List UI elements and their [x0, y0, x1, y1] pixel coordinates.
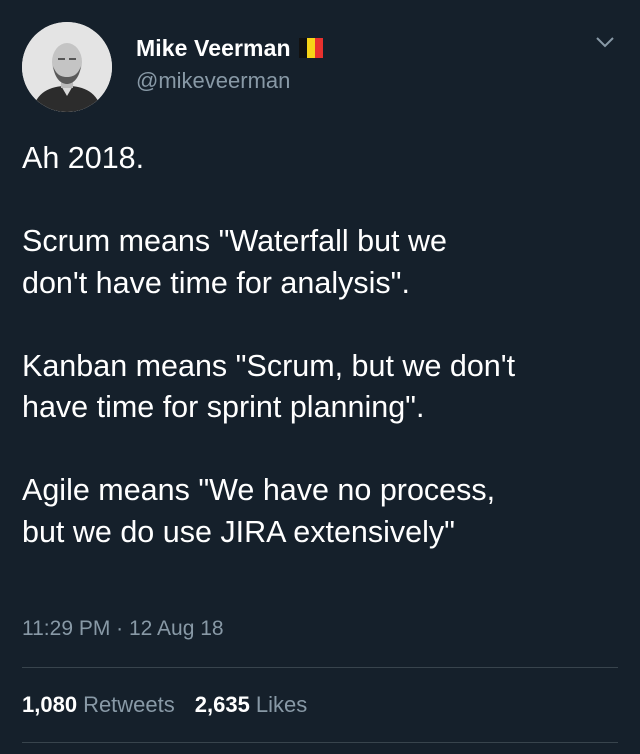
belgium-flag-icon — [298, 38, 323, 58]
author-handle[interactable]: @mikeveerman — [136, 68, 290, 94]
tweet-paragraph: Scrum means "Waterfall but we don't have… — [22, 224, 447, 300]
tweet-paragraph: Ah 2018. — [22, 141, 145, 175]
tweet-paragraph: Agile means "We have no process, but we … — [22, 473, 496, 549]
retweets-count: 1,080 — [22, 692, 78, 717]
author-display-name[interactable]: Mike Veerman — [136, 35, 291, 62]
tweet-text: Ah 2018. Scrum means "Waterfall but we d… — [22, 138, 627, 553]
divider — [22, 742, 618, 743]
profile-photo-icon — [22, 22, 112, 112]
likes-count: 2,635 — [194, 692, 250, 717]
author-name-row: Mike Veerman — [136, 33, 323, 63]
likes-label: Likes — [255, 692, 308, 717]
engagement-stats: 1,080 Retweets 2,635 Likes — [22, 692, 327, 718]
tweet-timestamp[interactable]: 11:29 PM · 12 Aug 18 — [22, 617, 224, 641]
likes-stat[interactable]: 2,635 Likes — [195, 692, 307, 718]
avatar[interactable] — [22, 22, 112, 112]
retweets-stat[interactable]: 1,080 Retweets — [22, 692, 175, 718]
divider — [22, 667, 618, 668]
retweets-label: Retweets — [83, 692, 175, 717]
chevron-down-icon[interactable] — [594, 34, 616, 50]
tweet-paragraph: Kanban means "Scrum, but we don't have t… — [22, 348, 516, 425]
tweet-card: Mike Veerman @mikeveerman Ah 2018. Scrum… — [0, 0, 640, 754]
